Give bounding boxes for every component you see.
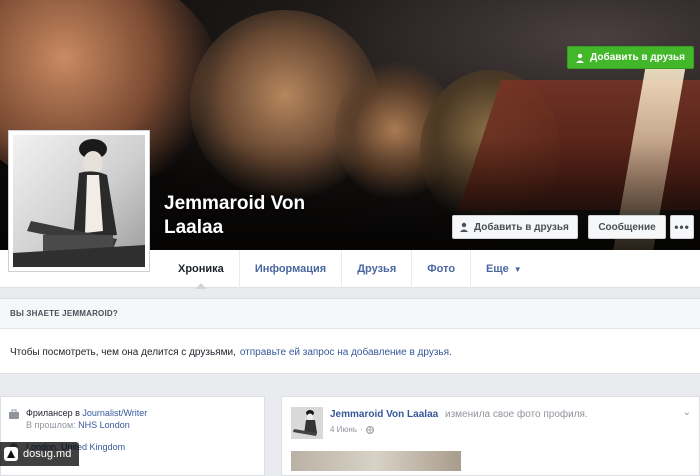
- globe-icon: [365, 425, 374, 434]
- tab-friends-label: Друзья: [357, 263, 397, 275]
- post-options-chevron-icon[interactable]: ⌄: [683, 407, 691, 418]
- tab-about[interactable]: Информация: [238, 250, 341, 288]
- tab-about-label: Информация: [254, 263, 327, 275]
- post-avatar-art: [291, 407, 323, 439]
- intro-past-text: В прошлом: NHS London: [26, 419, 147, 431]
- message-button[interactable]: Сообщение: [588, 215, 666, 239]
- tab-more-label: Еще: [486, 263, 509, 275]
- watermark-logo-icon: [4, 447, 18, 461]
- profile-picture[interactable]: [13, 135, 145, 267]
- intro-work-row: Фрилансер в Journalist/Writer В прошлом:…: [9, 407, 256, 431]
- tab-more[interactable]: Еще ▼: [470, 250, 537, 288]
- post-author-avatar[interactable]: [291, 407, 323, 439]
- post-author-link[interactable]: Jemmaroid Von Laalaa: [330, 409, 438, 420]
- add-friend-label: Добавить в друзья: [474, 221, 569, 233]
- add-friend-icon: [460, 222, 468, 232]
- more-options-button[interactable]: •••: [670, 215, 694, 239]
- more-icon: •••: [674, 220, 690, 234]
- add-friend-button[interactable]: Добавить в друзья: [452, 215, 578, 239]
- watermark: dosug.md: [0, 442, 80, 466]
- add-friend-icon: [576, 53, 585, 63]
- intro-past-link[interactable]: NHS London: [78, 420, 130, 430]
- intro-past-prefix: В прошлом:: [26, 420, 76, 430]
- tab-photos-label: Фото: [427, 263, 456, 275]
- watermark-text: dosug.md: [23, 448, 72, 460]
- post-date[interactable]: 4 Июнь: [330, 425, 357, 434]
- separator-dot: ·: [360, 425, 363, 434]
- add-friend-green-button[interactable]: Добавить в друзья: [567, 46, 694, 69]
- post-header: Jemmaroid Von Laalaa изменила свое фото …: [330, 409, 588, 420]
- send-request-link[interactable]: отправьте ей запрос на добавление в друз…: [240, 347, 452, 358]
- profile-name[interactable]: Jemmaroid Von Laalaa: [164, 192, 364, 240]
- intro-work-text: Фрилансер в Journalist/Writer: [26, 407, 147, 419]
- post-action-text: изменила свое фото профиля.: [444, 409, 588, 420]
- profile-picture-frame[interactable]: [8, 130, 150, 272]
- post-meta: 4 Июнь ·: [330, 425, 374, 434]
- intro-work-prefix: Фрилансер в: [26, 408, 80, 418]
- profile-tabs: Хроника Информация Друзья Фото Еще ▼: [163, 250, 537, 289]
- do-you-know-body: Чтобы посмотреть, чем она делится с друз…: [0, 329, 700, 375]
- tab-photos[interactable]: Фото: [411, 250, 470, 288]
- tab-timeline-label: Хроника: [178, 263, 224, 275]
- briefcase-icon: [9, 409, 19, 419]
- do-you-know-box: ВЫ ЗНАЕТЕ JEMMAROID? Чтобы посмотреть, ч…: [0, 298, 700, 374]
- timeline-post: Jemmaroid Von Laalaa изменила свое фото …: [281, 396, 700, 476]
- chevron-down-icon: ▼: [513, 264, 522, 274]
- intro-work-link[interactable]: Journalist/Writer: [82, 408, 147, 418]
- add-friend-green-label: Добавить в друзья: [590, 52, 685, 63]
- do-you-know-text: Чтобы посмотреть, чем она делится с друз…: [10, 346, 236, 358]
- tab-timeline[interactable]: Хроника: [163, 250, 239, 289]
- profile-picture-art: [13, 139, 145, 267]
- tab-friends[interactable]: Друзья: [341, 250, 411, 288]
- do-you-know-heading: ВЫ ЗНАЕТЕ JEMMAROID?: [0, 299, 700, 329]
- post-photo[interactable]: [291, 451, 461, 471]
- message-label: Сообщение: [598, 221, 656, 233]
